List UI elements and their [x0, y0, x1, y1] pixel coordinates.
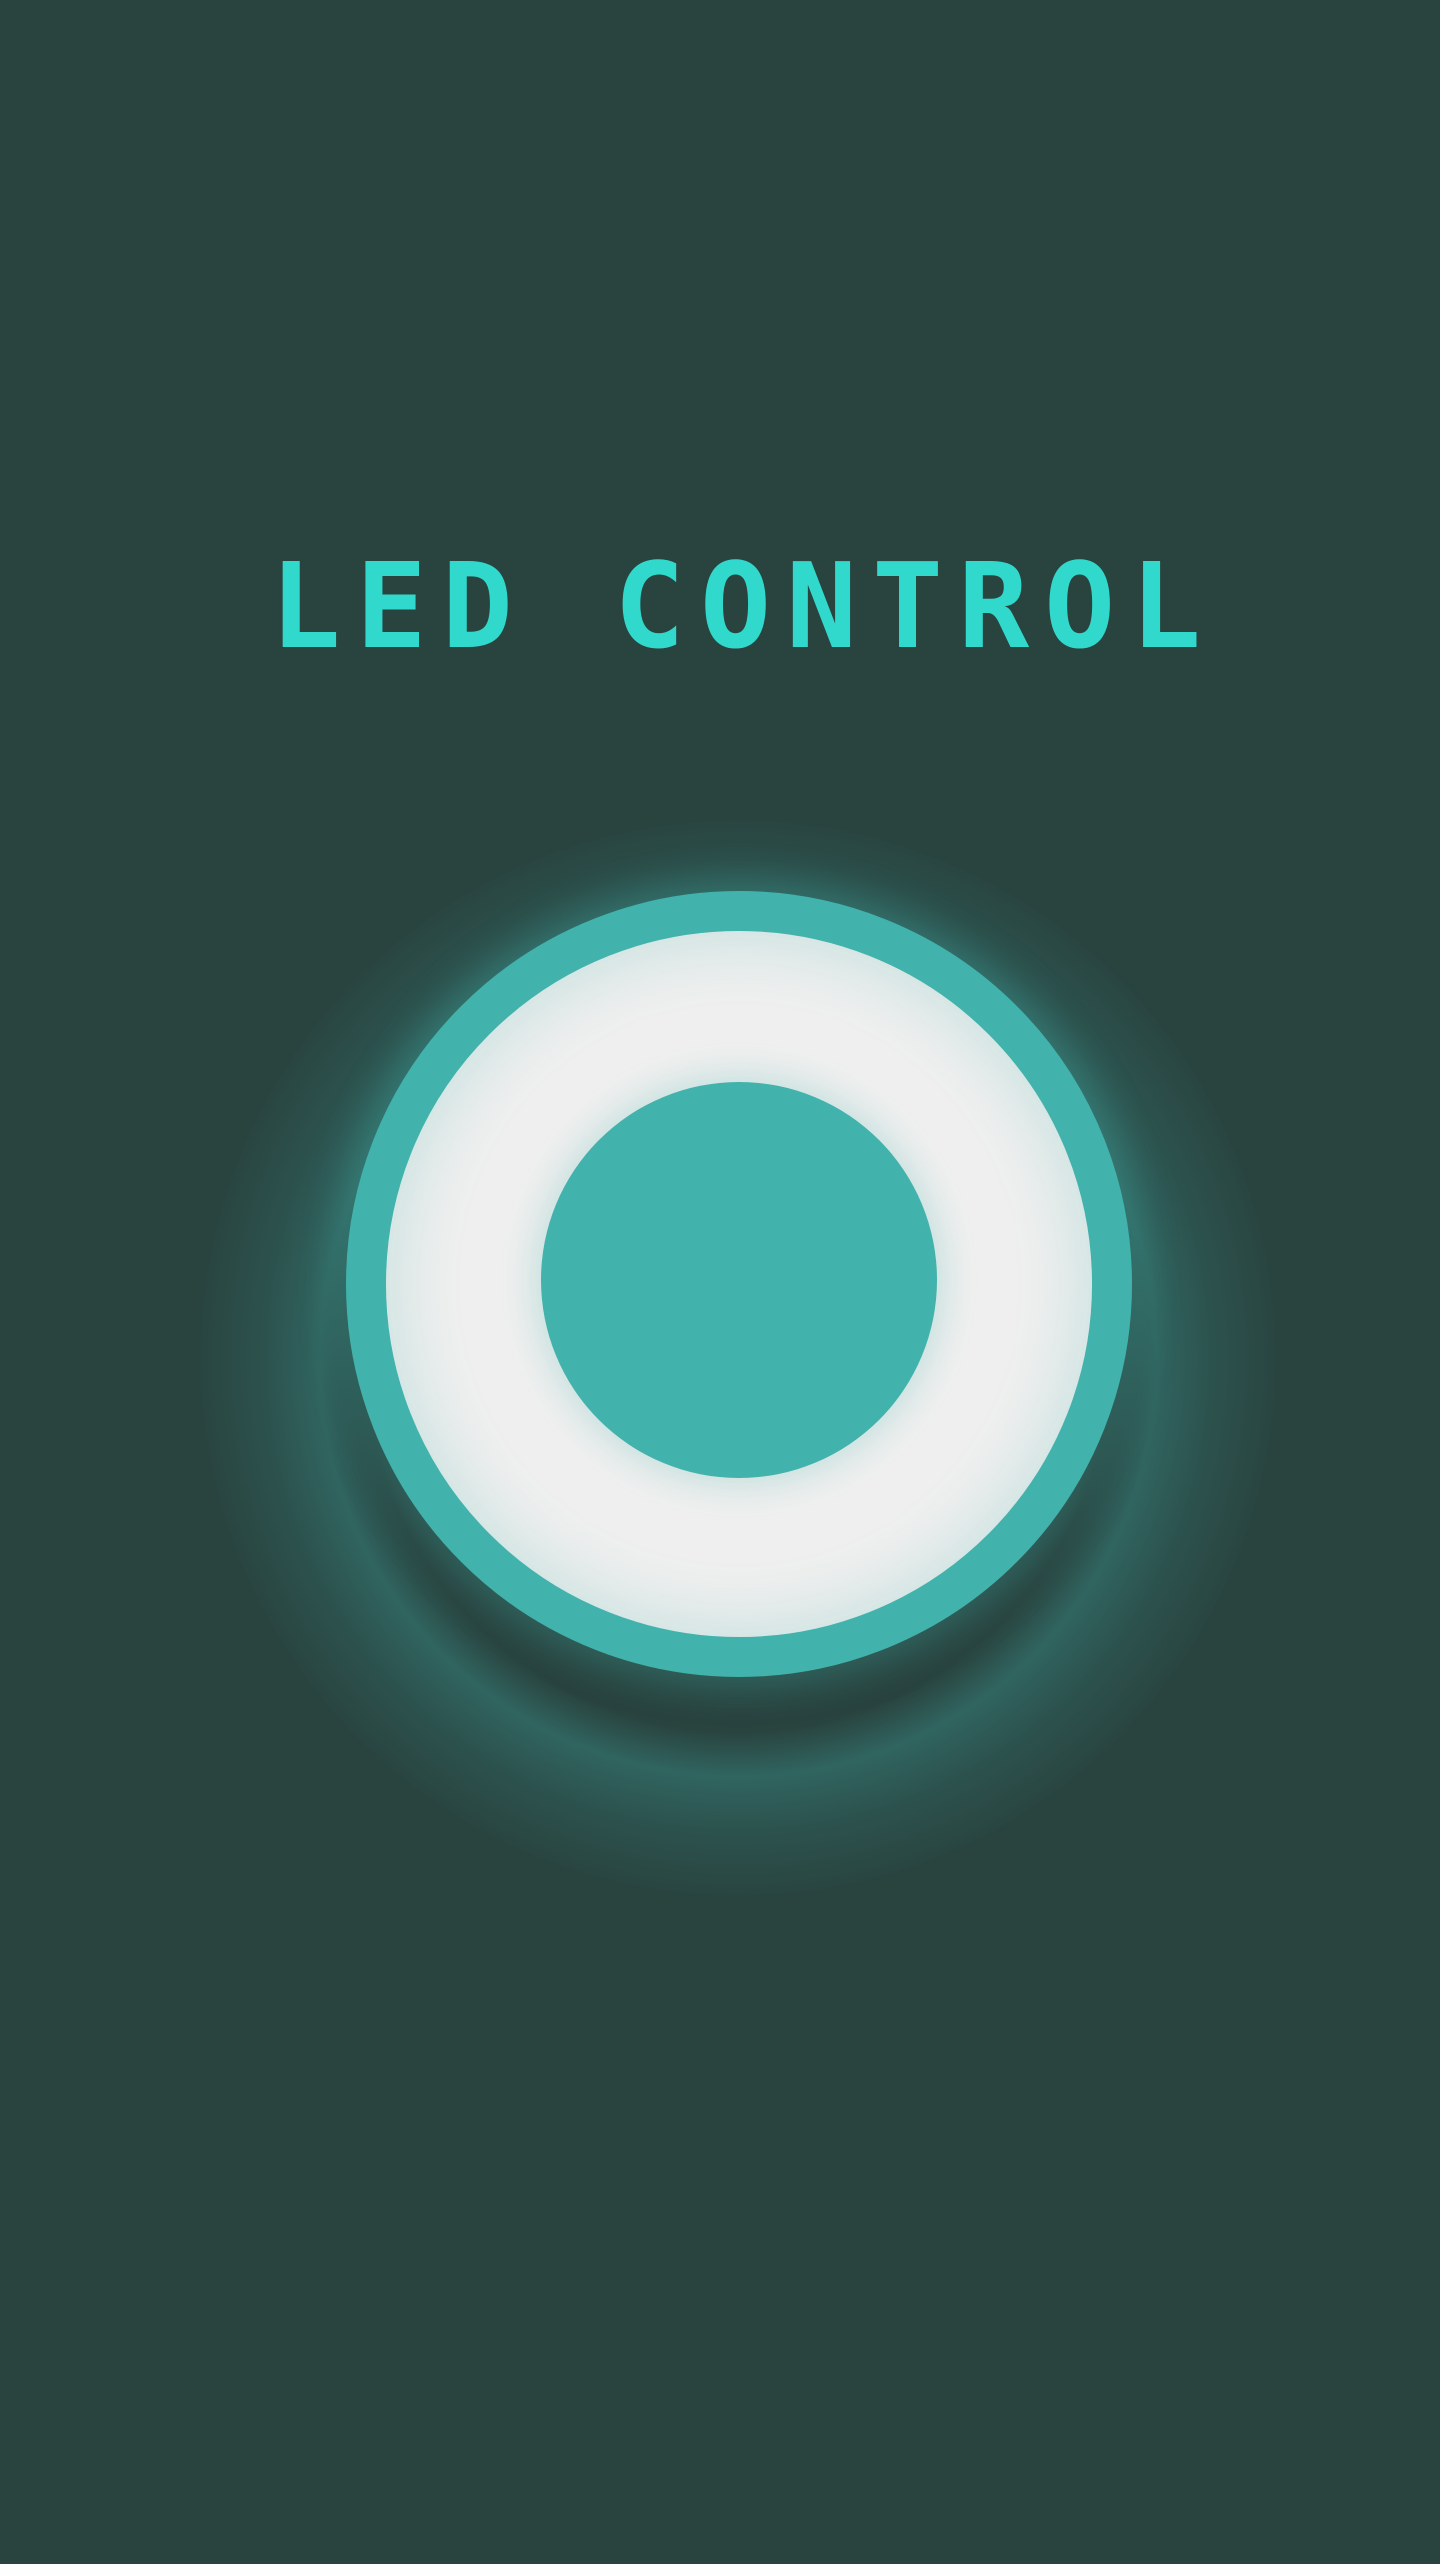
led-power-icon[interactable]	[541, 1082, 937, 1478]
page-title: LED CONTROL	[196, 537, 1290, 675]
led-control-screen: LED CONTROL	[0, 0, 1440, 2564]
page-title-text: LED CONTROL	[270, 537, 1201, 675]
page-title-label: LED CONTROL	[270, 537, 1216, 675]
